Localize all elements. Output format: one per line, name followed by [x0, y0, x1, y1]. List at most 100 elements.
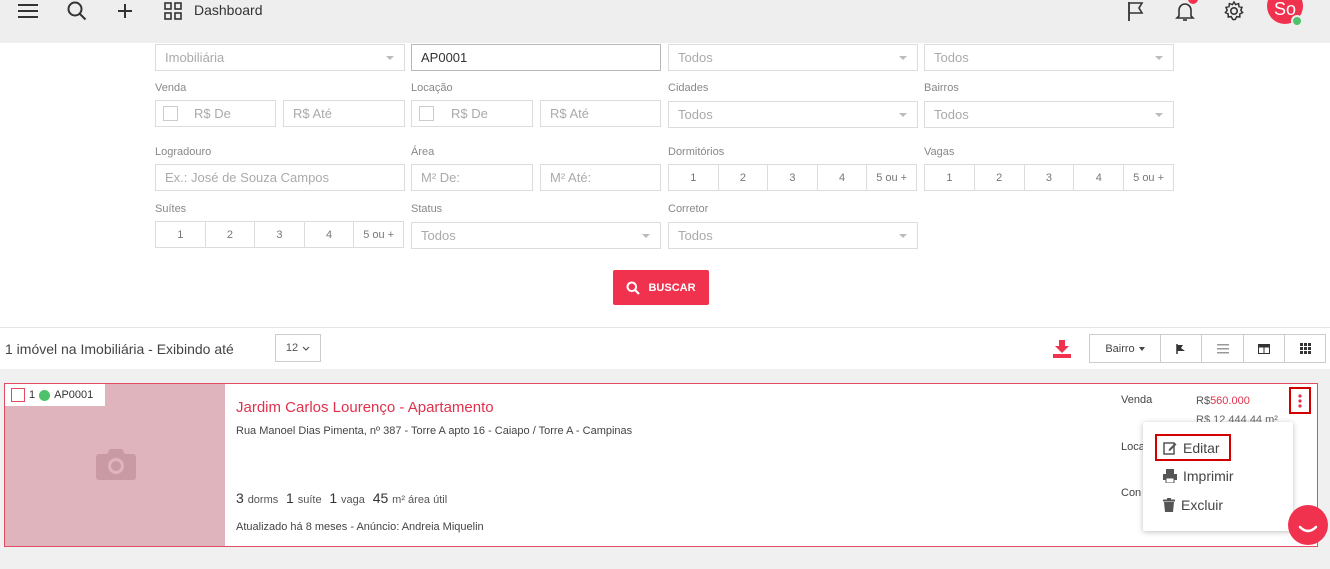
table-view-button[interactable]: [1243, 335, 1284, 362]
condominio-price-label: Con: [1121, 487, 1142, 499]
purpose-select[interactable]: Todos: [924, 44, 1174, 71]
chevron-down-icon: [386, 56, 394, 60]
suites-option[interactable]: 3: [254, 222, 304, 247]
dormitorios-option[interactable]: 4: [816, 165, 867, 190]
per-page-select[interactable]: 12: [275, 334, 321, 362]
vagas-option[interactable]: 3: [1023, 165, 1074, 190]
edit-menu-item[interactable]: Editar: [1163, 440, 1220, 456]
map-view-button[interactable]: [1160, 335, 1201, 362]
locacao-to-input[interactable]: R$ Até: [540, 100, 661, 127]
per-page-value: 12: [285, 342, 299, 354]
venda-checkbox[interactable]: [163, 106, 178, 121]
vagas-option[interactable]: 5 ou +: [1123, 165, 1173, 190]
kebab-icon: [1298, 393, 1302, 408]
logradouro-label: Logradouro: [155, 146, 212, 158]
area-from-input[interactable]: M² De:: [411, 164, 533, 191]
suites-option[interactable]: 1: [156, 222, 205, 247]
online-status-dot: [1291, 15, 1303, 27]
vagas-option[interactable]: 4: [1073, 165, 1123, 190]
property-title[interactable]: Jardim Carlos Lourenço - Apartamento: [236, 399, 494, 416]
top-bar: Dashboard So: [0, 0, 1330, 43]
chevron-down-icon: [899, 56, 907, 60]
search-button-label: BUSCAR: [648, 281, 696, 294]
grid-icon: [1299, 343, 1311, 354]
list-view-button[interactable]: [1201, 335, 1243, 362]
more-options-button[interactable]: [1289, 387, 1311, 414]
delete-label: Excluir: [1181, 497, 1224, 513]
property-photo-placeholder[interactable]: 1 AP0001: [5, 384, 225, 546]
property-index: 1: [29, 389, 36, 401]
delete-menu-item[interactable]: Excluir: [1163, 497, 1223, 513]
vagas-label: vaga: [341, 494, 365, 506]
suites-option[interactable]: 5 ou +: [353, 222, 403, 247]
dashboard-grid-icon[interactable]: [158, 0, 188, 22]
app: Dashboard So Imobiliária AP0001 Todos To…: [0, 0, 1330, 569]
select-checkbox[interactable]: [11, 388, 25, 402]
vagas-label: Vagas: [924, 146, 955, 158]
bairros-select[interactable]: Todos: [924, 101, 1174, 128]
suites-option[interactable]: 2: [204, 222, 255, 247]
dormitorios-option[interactable]: 3: [767, 165, 817, 190]
dormitorios-label: Dormitórios: [668, 146, 725, 158]
table-icon: [1258, 343, 1270, 354]
corretor-select[interactable]: Todos: [668, 222, 918, 249]
chat-widget-button[interactable]: [1288, 505, 1328, 545]
search-icon[interactable]: [62, 0, 92, 22]
suites-label: suíte: [297, 494, 322, 506]
download-icon[interactable]: [1052, 339, 1072, 359]
vagas-option[interactable]: 1: [925, 165, 974, 190]
area-to-input[interactable]: M² Até:: [540, 164, 661, 191]
grid-view-button[interactable]: [1284, 335, 1325, 362]
venda-from-placeholder: R$ De: [194, 106, 231, 121]
agency-select[interactable]: Imobiliária: [155, 44, 405, 71]
chevron-down-icon: [899, 113, 907, 117]
area-from-placeholder: M² De:: [421, 170, 460, 185]
pin-flag-icon: [1176, 343, 1185, 354]
results-summary: 1 imóvel na Imobiliária - Exibindo até: [5, 341, 234, 357]
suites-count: 1: [286, 490, 294, 506]
vagas-selector: 1 2 3 4 5 ou +: [924, 164, 1174, 191]
active-status-dot: [39, 389, 51, 401]
camera-icon: [95, 446, 137, 485]
sort-button[interactable]: Bairro: [1090, 335, 1160, 362]
property-card[interactable]: 1 AP0001 Jardim Carlos Lourenço - Aparta…: [4, 383, 1318, 547]
property-updated-info: Atualizado há 8 meses - Anúncio: Andreia…: [236, 521, 484, 533]
vagas-count: 1: [329, 490, 338, 506]
cidades-label: Cidades: [668, 82, 709, 94]
dormitorios-option[interactable]: 5 ou +: [866, 165, 916, 190]
page-title[interactable]: Dashboard: [194, 2, 263, 18]
chat-icon: [1298, 525, 1318, 533]
search-button[interactable]: BUSCAR: [613, 270, 709, 305]
venda-to-input[interactable]: R$ Até: [283, 100, 405, 127]
status-select[interactable]: Todos: [411, 222, 661, 249]
bairros-select-value: Todos: [934, 107, 969, 122]
vagas-option[interactable]: 2: [973, 165, 1024, 190]
locacao-checkbox[interactable]: [419, 106, 434, 121]
type-select[interactable]: Todos: [668, 44, 918, 71]
corretor-label: Corretor: [668, 203, 709, 215]
dormitorios-option[interactable]: 1: [669, 165, 718, 190]
gear-icon[interactable]: [1219, 0, 1249, 22]
venda-from-input[interactable]: R$ De: [155, 100, 276, 127]
locacao-from-placeholder: R$ De: [451, 106, 488, 121]
edit-icon: [1163, 442, 1177, 455]
print-menu-item[interactable]: Imprimir: [1163, 468, 1234, 484]
area-label: Área: [411, 146, 435, 158]
status-select-value: Todos: [421, 228, 456, 243]
search-icon: [626, 281, 641, 295]
logradouro-input[interactable]: Ex.: José de Souza Campos: [155, 164, 405, 191]
dormitorios-option[interactable]: 2: [717, 165, 768, 190]
suites-selector: 1 2 3 4 5 ou +: [155, 221, 404, 248]
print-icon: [1163, 469, 1177, 483]
venda-price: R$560.000: [1196, 395, 1250, 407]
results-toolbar: 1 imóvel na Imobiliária - Exibindo até 1…: [0, 327, 1330, 369]
flag-icon[interactable]: [1121, 0, 1151, 22]
venda-price-value: 560.000: [1210, 395, 1250, 407]
locacao-from-input[interactable]: R$ De: [411, 100, 533, 127]
menu-icon[interactable]: [13, 0, 43, 22]
cidades-select[interactable]: Todos: [668, 101, 918, 128]
property-code-input[interactable]: AP0001: [411, 44, 661, 71]
suites-option[interactable]: 4: [303, 222, 354, 247]
plus-icon[interactable]: [110, 0, 140, 22]
view-options: Bairro: [1089, 334, 1326, 363]
